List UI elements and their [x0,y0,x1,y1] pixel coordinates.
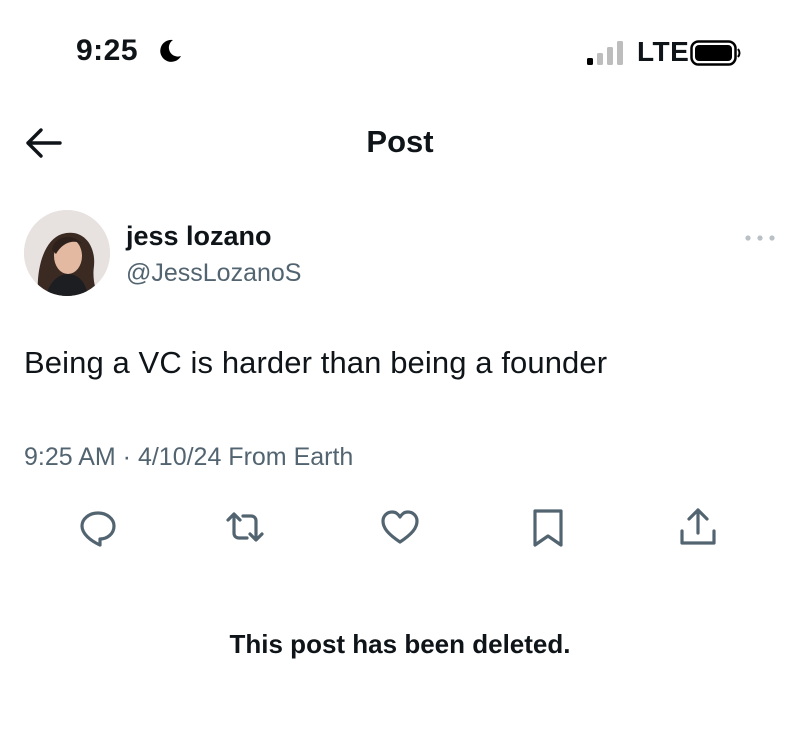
signal-icon [587,41,623,65]
repost-button[interactable] [223,505,267,549]
avatar[interactable] [24,210,110,296]
more-options-icon[interactable] [742,228,778,248]
like-button[interactable] [378,505,422,549]
share-button[interactable] [676,505,720,549]
avatar-image [24,210,110,296]
reply-button[interactable] [76,505,120,549]
author-handle: @JessLozanoS [126,259,302,287]
deleted-notice: This post has been deleted. [229,629,571,659]
moon-icon [160,39,181,62]
share-icon [680,508,716,545]
post-timestamp: 9:25 AM · 4/10/24 From Earth [24,443,354,471]
author-name[interactable]: jess lozano [126,221,272,252]
screen: 9:25 LTE Post jess lozano @JessLozanoS B… [0,0,800,752]
battery-icon [690,40,741,66]
reply-icon [80,511,116,547]
network-label: LTE [637,36,690,67]
repost-icon [226,512,264,542]
post-text: Being a VC is harder than being a founde… [24,345,608,380]
bookmark-button[interactable] [526,505,570,549]
bookmark-icon [533,509,563,547]
page-title: Post [366,124,434,159]
status-time: 9:25 [76,34,139,67]
like-icon [381,510,419,544]
